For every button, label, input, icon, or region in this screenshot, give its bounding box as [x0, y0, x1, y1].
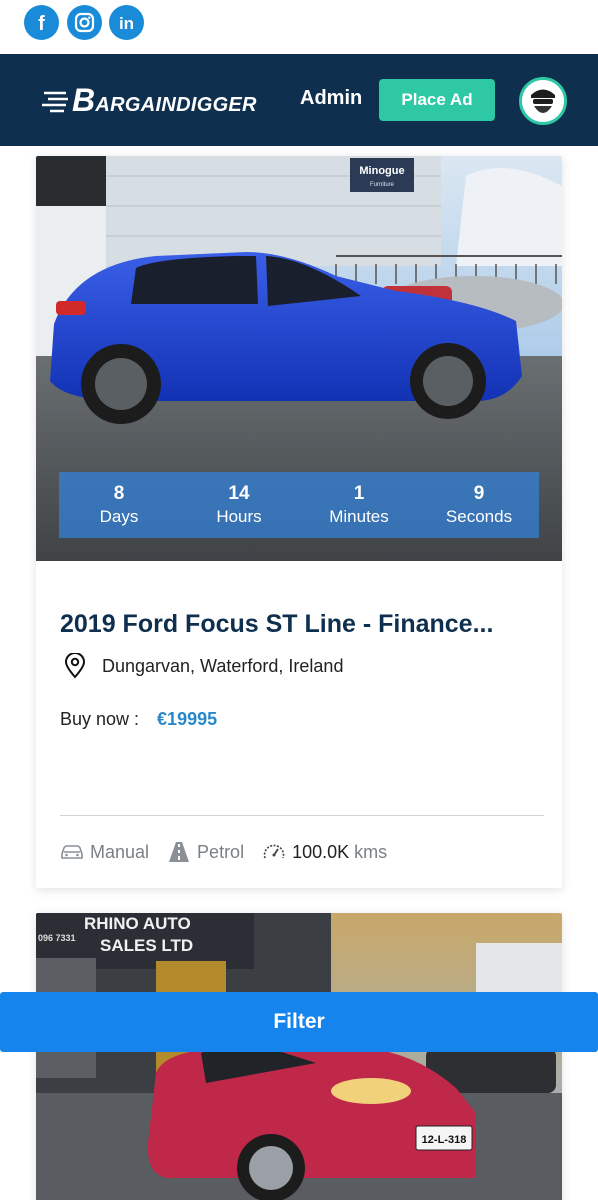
auction-countdown: 8 Days 14 Hours 1 Minutes 9 Seconds — [59, 472, 539, 538]
mileage-unit: kms — [354, 841, 388, 862]
spec-fuel: Petrol — [167, 840, 244, 864]
svg-text:Furniture: Furniture — [370, 182, 395, 188]
user-avatar[interactable] — [519, 77, 567, 125]
countdown-minutes: 1 Minutes — [329, 483, 389, 526]
svg-text:SALES LTD: SALES LTD — [100, 936, 193, 955]
place-ad-button[interactable]: Place Ad — [379, 79, 495, 121]
listing-photo[interactable]: Minogue Furniture 8 Days 14 Hours 1 Minu… — [36, 156, 562, 561]
social-bar: f in — [0, 0, 598, 54]
site-logo[interactable]: BARGAINDIGGER — [42, 82, 257, 119]
linkedin-icon[interactable]: in — [109, 5, 144, 40]
photo-sign-text: Minogue — [359, 165, 404, 177]
listing-card[interactable]: Minogue Furniture 8 Days 14 Hours 1 Minu… — [36, 156, 562, 888]
filter-button[interactable]: Filter — [0, 992, 598, 1052]
avatar-face-icon — [522, 80, 564, 122]
countdown-seconds: 9 Seconds — [445, 483, 513, 526]
mileage-value: 100.0K — [292, 841, 350, 862]
listing-photo[interactable]: RHINO AUTO SALES LTD 096 7331 12-L-318 — [36, 913, 562, 1200]
listing-title[interactable]: 2019 Ford Focus ST Line - Finance... — [60, 610, 550, 639]
logo-speed-lines-icon — [42, 91, 68, 113]
license-plate-text: 12-L-318 — [422, 1134, 467, 1146]
location-pin-icon — [64, 653, 86, 679]
price-label: Buy now : — [60, 709, 140, 729]
spec-transmission: Manual — [60, 842, 149, 863]
road-icon — [169, 842, 190, 862]
listing-specs: Manual Petrol 100.0K kms — [60, 840, 405, 864]
logo-text: BARGAINDIGGER — [72, 82, 257, 118]
svg-text:in: in — [119, 14, 134, 33]
location-text: Dungarvan, Waterford, Ireland — [102, 655, 344, 676]
photo-sign-text: RHINO AUTO — [84, 914, 191, 933]
divider — [60, 815, 544, 816]
spec-mileage: 100.0K kms — [262, 841, 387, 863]
listing-location: Dungarvan, Waterford, Ireland — [64, 653, 343, 679]
countdown-hours: 14 Hours — [216, 483, 262, 526]
fuel-text: Petrol — [197, 841, 245, 862]
svg-text:f: f — [38, 13, 45, 35]
svg-text:096 7331: 096 7331 — [38, 933, 76, 943]
countdown-days: 8 Days — [99, 483, 139, 526]
admin-link[interactable]: Admin — [300, 87, 362, 110]
site-header: BARGAINDIGGER Admin Place Ad — [0, 54, 598, 146]
listing-card[interactable]: RHINO AUTO SALES LTD 096 7331 12-L-318 — [36, 913, 562, 1200]
speedometer-icon — [263, 844, 285, 859]
price-value: €19995 — [157, 709, 218, 729]
facebook-icon[interactable]: f — [24, 5, 59, 40]
instagram-icon[interactable] — [67, 5, 102, 40]
car-icon — [61, 845, 83, 859]
listing-price: Buy now : €19995 — [60, 709, 217, 730]
transmission-text: Manual — [90, 841, 150, 862]
